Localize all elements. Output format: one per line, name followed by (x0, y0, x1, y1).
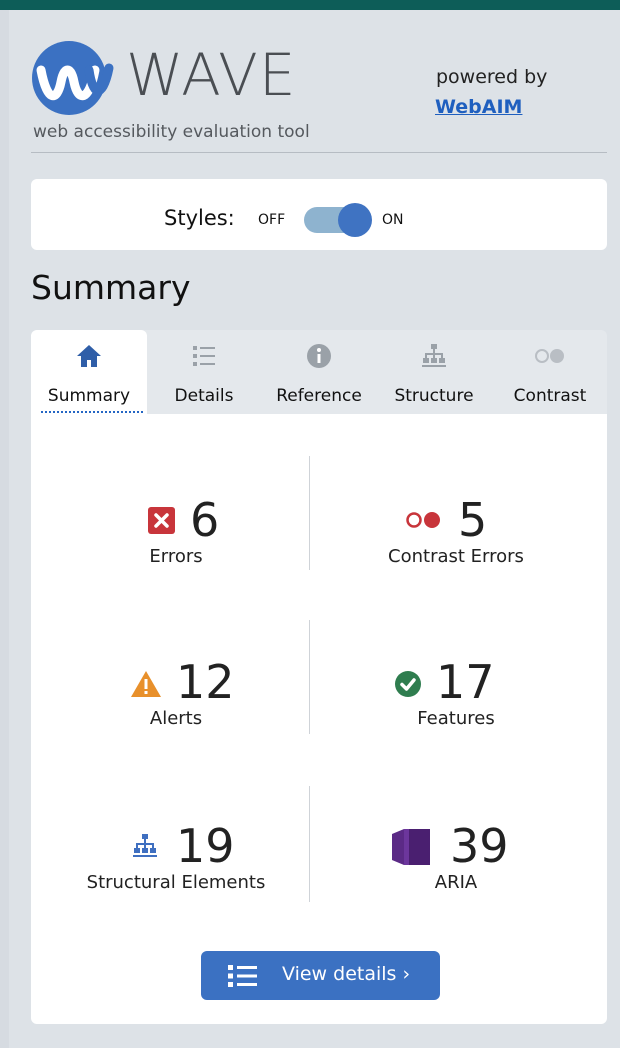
stat-structural-elements[interactable]: 19 Structural Elements (38, 820, 314, 910)
errors-label: Errors (149, 546, 203, 567)
header-divider (31, 152, 607, 153)
feature-icon (395, 671, 421, 697)
view-details-label: View details › (282, 963, 411, 985)
stat-alerts[interactable]: 12 Alerts (38, 656, 314, 746)
stat-errors[interactable]: 6 Errors (38, 494, 314, 584)
alerts-label: Alerts (149, 708, 203, 729)
info-icon (307, 344, 331, 368)
contrast-error-icon (406, 512, 440, 528)
structure-icon (133, 834, 157, 857)
tab-structure[interactable]: Structure (384, 330, 484, 416)
tab-label: Details (174, 386, 234, 406)
powered-by-text: powered by (436, 66, 548, 88)
styles-off-label: OFF (258, 212, 286, 228)
styles-label: Styles: (164, 206, 235, 230)
errors-count: 6 (190, 493, 220, 547)
webaim-link[interactable]: WebAIM (435, 96, 522, 118)
structure-icon (422, 344, 446, 367)
tab-label: Summary (47, 386, 131, 406)
top-accent-bar (0, 0, 620, 10)
structural-count: 19 (176, 819, 235, 873)
list-icon (228, 965, 257, 987)
styles-on-label: ON (382, 212, 404, 228)
aria-icon (392, 829, 430, 865)
aria-count: 39 (450, 819, 509, 873)
tab-contrast[interactable]: Contrast (500, 330, 600, 416)
stat-features[interactable]: 17 Features (318, 656, 594, 746)
active-tab-indicator (41, 411, 143, 413)
tab-label: Structure (394, 386, 474, 406)
alert-icon (131, 671, 161, 697)
features-label: Features (417, 708, 495, 729)
stat-aria[interactable]: 39 ARIA (318, 820, 594, 910)
alerts-count: 12 (176, 655, 235, 709)
contrast-errors-label: Contrast Errors (388, 546, 524, 567)
styles-toggle-knob[interactable] (338, 203, 372, 237)
error-icon (148, 507, 175, 534)
tab-reference[interactable]: Reference (266, 330, 372, 416)
stat-contrast-errors[interactable]: 5 Contrast Errors (318, 494, 594, 584)
tab-label: Contrast (513, 386, 587, 406)
aria-label: ARIA (434, 872, 478, 893)
view-details-button[interactable]: View details › (201, 951, 440, 1000)
tab-summary[interactable]: Summary (31, 330, 147, 416)
structural-label: Structural Elements (86, 872, 266, 893)
contrast-icon (535, 349, 564, 363)
wave-logo-icon (32, 41, 114, 115)
contrast-errors-count: 5 (458, 493, 488, 547)
home-icon (77, 345, 101, 367)
list-icon (193, 346, 215, 366)
tab-details[interactable]: Details (157, 330, 251, 416)
tab-label: Reference (276, 386, 362, 406)
wave-logo-text: WAVE (126, 41, 297, 109)
page-title: Summary (31, 268, 191, 307)
features-count: 17 (436, 655, 495, 709)
tagline: web accessibility evaluation tool (33, 122, 310, 142)
